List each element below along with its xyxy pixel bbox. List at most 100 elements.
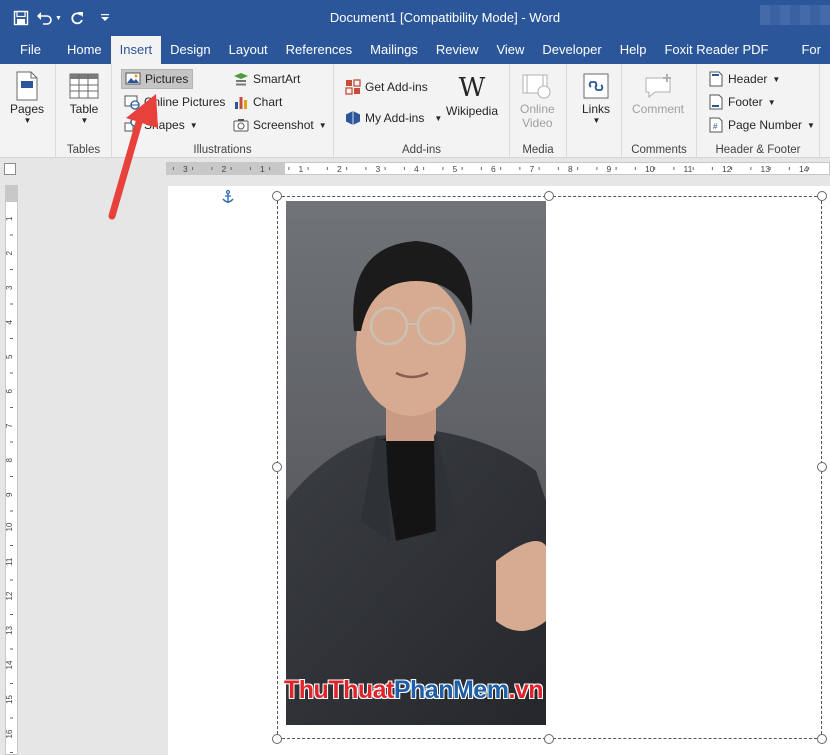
page-number-icon: # (708, 117, 724, 133)
comment-button[interactable]: Comment (632, 70, 684, 116)
watermark-logo: ThuThuatPhanMem.vn (284, 676, 544, 705)
pages-dropdown-icon: ▼ (23, 116, 32, 125)
tab-mailings[interactable]: Mailings (361, 36, 427, 64)
ruler-label: 12 (6, 591, 14, 600)
pages-button[interactable]: Pages ▼ (10, 70, 44, 125)
header-icon (708, 71, 724, 87)
tab-selector[interactable] (0, 158, 22, 180)
smartart-button[interactable]: SmartArt (230, 69, 303, 89)
online-video-label-2: Video (522, 116, 553, 130)
ruler-label: 8 (568, 164, 573, 174)
header-button[interactable]: Header ▼ (705, 69, 783, 89)
ruler-label: 9 (6, 492, 14, 497)
account-area[interactable] (760, 5, 830, 25)
resize-handle-left[interactable] (272, 462, 282, 472)
vertical-ruler[interactable]: 12345678910111213141516 (5, 185, 18, 755)
group-media: Online Video Media (510, 64, 567, 158)
footer-dropdown-icon: ▼ (767, 97, 776, 107)
horizontal-ruler[interactable]: 3 2 1 1 2 3 4 5 6 7 8 9 10 11 12 13 14 (166, 162, 830, 175)
links-dropdown-icon: ▼ (592, 116, 601, 125)
page-number-button[interactable]: # Page Number ▼ (705, 115, 818, 135)
tab-review[interactable]: Review (427, 36, 488, 64)
tab-home[interactable]: Home (58, 36, 111, 64)
ruler-label: 6 (491, 164, 496, 174)
tab-insert[interactable]: Insert (110, 36, 162, 64)
links-button[interactable]: Links ▼ (580, 70, 612, 125)
header-dropdown-icon: ▼ (772, 74, 781, 84)
tab-foxit-reader-pdf[interactable]: Foxit Reader PDF (655, 36, 777, 64)
table-dropdown-icon: ▼ (80, 116, 89, 125)
chart-icon (233, 94, 249, 110)
tab-developer[interactable]: Developer (533, 36, 610, 64)
tab-more[interactable]: For (777, 36, 830, 64)
ruler-label: 10 (6, 522, 14, 531)
ruler-label: 12 (722, 164, 732, 174)
pictures-button[interactable]: Pictures (121, 69, 193, 89)
my-addins-dropdown-icon[interactable]: ▼ (434, 114, 442, 123)
tab-selector-box (4, 163, 16, 175)
group-links: Links ▼ (567, 64, 622, 158)
resize-handle-top-right[interactable] (817, 191, 827, 201)
ruler-label: 8 (6, 458, 14, 463)
tab-design[interactable]: Design (161, 36, 219, 64)
group-label-addins: Add-ins (402, 144, 441, 156)
horizontal-ruler-ticks: 3 2 1 1 2 3 4 5 6 7 8 9 10 11 12 13 14 (172, 164, 810, 174)
comment-label: Comment (632, 102, 685, 116)
get-addins-button[interactable]: Get Add-ins (342, 77, 431, 97)
ruler-label: 3 (6, 285, 14, 290)
ruler-label: 5 (6, 354, 14, 359)
resize-handle-bottom-left[interactable] (272, 734, 282, 744)
tab-references[interactable]: References (277, 36, 361, 64)
resize-handle-bottom[interactable] (544, 734, 554, 744)
ruler-label: 10 (645, 164, 655, 174)
my-addins-button[interactable]: My Add-ins ▼ (342, 108, 445, 128)
ribbon-tabs: File Home Insert Design Layout Reference… (0, 36, 830, 64)
pictures-label: Pictures (145, 72, 189, 86)
get-addins-label: Get Add-ins (365, 80, 428, 94)
resize-handle-right[interactable] (817, 462, 827, 472)
ruler-label: 1 (299, 164, 304, 174)
inserted-picture[interactable] (286, 201, 546, 725)
ruler-label: 4 (414, 164, 419, 174)
tab-layout[interactable]: Layout (220, 36, 277, 64)
pictures-icon (125, 71, 141, 87)
ruler-label: 7 (6, 423, 14, 428)
footer-label: Footer (728, 95, 763, 109)
my-addins-label: My Add-ins (365, 111, 425, 125)
resize-handle-top-left[interactable] (272, 191, 282, 201)
table-icon (68, 70, 100, 102)
resize-handle-top[interactable] (544, 191, 554, 201)
online-video-label-1: Online (520, 102, 555, 116)
tab-file[interactable]: File (0, 36, 58, 64)
pages-label: Pages (10, 102, 45, 116)
tab-help[interactable]: Help (611, 36, 656, 64)
links-label: Links (581, 102, 610, 116)
svg-text:#: # (713, 122, 718, 131)
screenshot-label: Screenshot (253, 118, 314, 132)
ruler-label: 2 (337, 164, 342, 174)
group-label-media: Media (522, 144, 554, 156)
shapes-dropdown-icon: ▼ (189, 120, 198, 130)
chart-button[interactable]: Chart (230, 92, 285, 112)
tab-view[interactable]: View (487, 36, 533, 64)
ruler-label: 13 (6, 626, 14, 635)
ruler-label: 14 (6, 660, 14, 669)
group-comments: Comment Comments (622, 64, 697, 158)
screenshot-button[interactable]: Screenshot ▼ (230, 115, 330, 135)
footer-button[interactable]: Footer ▼ (705, 92, 779, 112)
chart-label: Chart (253, 95, 283, 109)
page-number-label: Page Number (728, 118, 803, 132)
ruler-label: 13 (761, 164, 771, 174)
smartart-icon (233, 71, 249, 87)
table-button[interactable]: Table ▼ (68, 70, 100, 125)
wikipedia-button[interactable]: W Wikipedia (446, 72, 498, 118)
ruler-label: 6 (6, 389, 14, 394)
my-addins-icon (345, 110, 361, 126)
ruler-label: 9 (607, 164, 612, 174)
resize-handle-bottom-right[interactable] (817, 734, 827, 744)
group-header-footer: Header ▼ Footer ▼ # Page Number ▼ Header & … (697, 64, 820, 158)
page-number-dropdown-icon: ▼ (807, 120, 815, 130)
ruler-label: 5 (453, 164, 458, 174)
anchor-icon[interactable] (222, 189, 234, 207)
online-video-button[interactable]: Online Video (520, 70, 555, 130)
